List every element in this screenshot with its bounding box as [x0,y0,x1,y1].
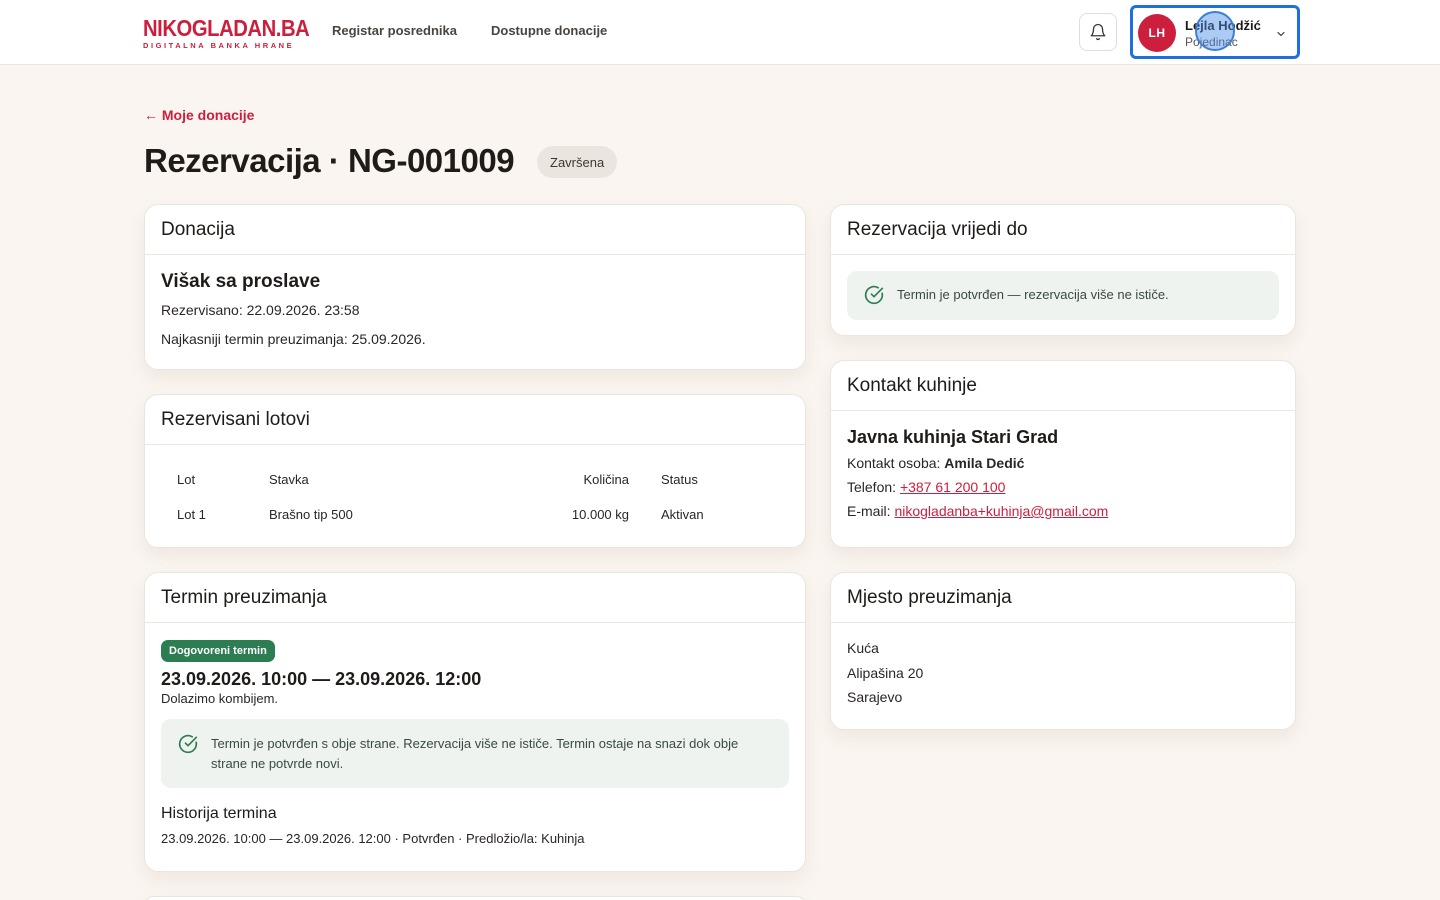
lots-card-heading: Rezervisani lotovi [145,395,805,445]
donation-card-heading: Donacija [145,205,805,255]
lots-table: Lot Stavka Količina Status Lot 1 Brašno … [145,462,805,532]
cell-lot: Lot 1 [177,506,206,522]
term-confirmed-notice: Termin je potvrđen s obje strane. Rezerv… [161,719,789,788]
donation-title: Višak sa proslave [161,271,321,292]
col-lot: Lot [177,471,196,487]
next-card [144,896,806,900]
term-history-item: 23.09.2026. 10:00 — 23.09.2026. 12:00 · … [161,831,585,846]
user-menu-button[interactable]: LH Lejla Hodžić Pojedinac [1130,5,1300,59]
user-role: Pojedinac [1185,35,1238,49]
nav-registar-posrednika[interactable]: Registar posrednika [332,23,457,38]
bell-icon [1090,23,1106,41]
user-name: Lejla Hodžić [1185,18,1261,33]
cell-kolicina: 10.000 kg [571,506,629,522]
col-stavka: Stavka [269,471,309,487]
cell-stavka: Brašno tip 500 [269,506,353,522]
lots-card: Rezervisani lotovi Lot Stavka Količina S… [144,394,806,548]
logo-wordmark: NIKOGLADAN.BA [143,15,310,41]
notifications-button[interactable] [1079,13,1117,51]
status-badge: Završena [537,146,618,178]
logo[interactable]: NIKOGLADAN.BA DIGITALNA BANKA HRANE [143,15,310,50]
nav-dostupne-donacije[interactable]: Dostupne donacije [491,23,607,38]
kitchen-contact-person: Kontakt osoba: Amila Dedić [847,455,1279,471]
pickup-place-card: Mjesto preuzimanja Kuća Alipašina 20 Sar… [830,572,1296,730]
logo-tagline: DIGITALNA BANKA HRANE [143,41,295,50]
agreed-term-badge: Dogovoreni termin [161,640,275,662]
kitchen-email: E-mail: nikogladanba+kuhinja@gmail.com [847,503,1279,519]
email-label: E-mail: [847,503,895,519]
email-link[interactable]: nikogladanba+kuhinja@gmail.com [894,503,1108,519]
phone-label: Telefon: [847,479,900,495]
col-status: Status [661,471,698,487]
phone-link[interactable]: +387 61 200 100 [900,479,1006,495]
pickup-place-heading: Mjesto preuzimanja [831,573,1295,623]
chevron-down-icon [1277,31,1285,37]
valid-until-heading: Rezervacija vrijedi do [831,205,1295,255]
reserved-at: Rezervisano: 22.09.2026. 23:58 [161,302,360,318]
place-line-1: Kuća [847,640,879,656]
latest-pickup: Najkasniji termin preuzimanja: 25.09.202… [161,331,426,347]
col-kolicina: Količina [583,471,629,487]
kitchen-contact-card: Kontakt kuhinje Javna kuhinja Stari Grad… [830,360,1296,548]
avatar: LH [1138,14,1176,52]
term-confirmed-text: Termin je potvrđen s obje strane. Rezerv… [211,736,739,771]
place-line-2: Alipašina 20 [847,665,924,681]
contact-person-name: Amila Dedić [944,455,1025,471]
kitchen-phone: Telefon: +387 61 200 100 [847,479,1279,495]
check-circle-icon [178,734,198,754]
kitchen-contact-heading: Kontakt kuhinje [831,361,1295,411]
table-row: Lot 1 Brašno tip 500 10.000 kg Aktivan [145,496,805,532]
contact-person-label: Kontakt osoba: [847,455,945,471]
page-title: Rezervacija · NG-001009 [144,142,515,179]
pickup-term-heading: Termin preuzimanja [145,573,805,623]
term-note: Dolazimo kombijem. [161,691,279,706]
valid-until-card: Rezervacija vrijedi do Termin je potvrđe… [830,204,1296,336]
valid-until-text: Termin je potvrđen — rezervacija više ne… [897,287,1169,302]
place-line-3: Sarajevo [847,689,903,705]
donation-card: Donacija Višak sa proslave Rezervisano: … [144,204,806,370]
check-circle-icon [864,285,884,305]
valid-until-notice: Termin je potvrđen — rezervacija više ne… [847,271,1279,320]
kitchen-name: Javna kuhinja Stari Grad [847,427,1059,447]
pickup-term-card: Termin preuzimanja Dogovoreni termin 23.… [144,572,806,872]
term-range: 23.09.2026. 10:00 — 23.09.2026. 12:00 [161,669,482,689]
table-header-row: Lot Stavka Količina Status [145,462,805,496]
back-to-my-donations-link[interactable]: ← Moje donacije [144,107,254,123]
top-bar: NIKOGLADAN.BA DIGITALNA BANKA HRANE Regi… [0,0,1440,65]
cell-status: Aktivan [661,506,704,522]
term-history-heading: Historija termina [161,805,277,822]
